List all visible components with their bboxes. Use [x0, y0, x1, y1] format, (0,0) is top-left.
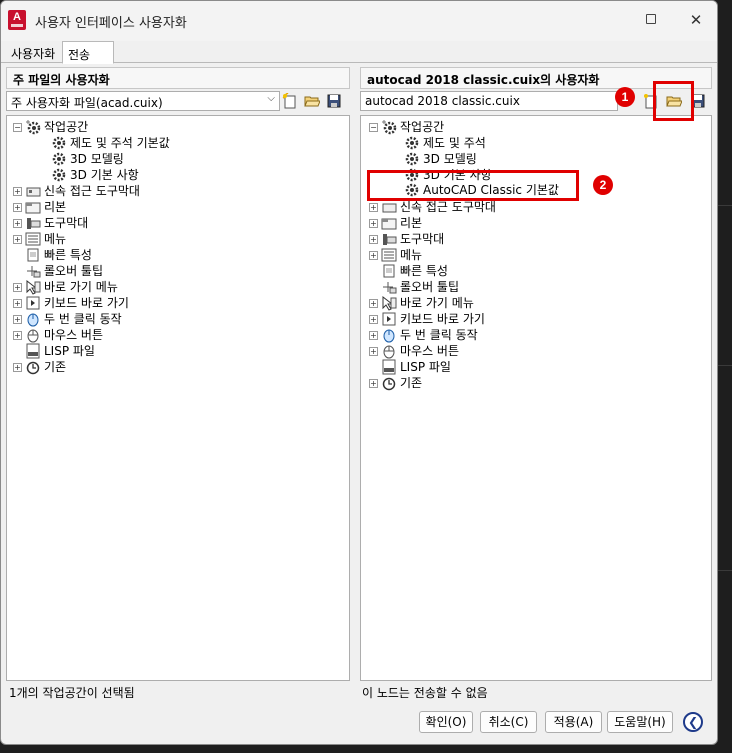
tab-bar: 사용자화 전송: [1, 41, 717, 64]
gear-icon: [405, 152, 419, 166]
right-file-combo-value: autocad 2018 classic.cuix: [365, 94, 520, 108]
title-bar[interactable]: A 사용자 인터페이스 사용자화 ✕: [1, 1, 717, 41]
menu-icon: [381, 248, 397, 262]
expand-icon[interactable]: +: [13, 299, 22, 308]
keyboard-shortcut-icon: [382, 312, 396, 326]
apply-button[interactable]: 적용(A): [545, 711, 602, 733]
workspace-gear-icon: [382, 120, 397, 135]
collapse-icon[interactable]: −: [369, 123, 378, 132]
gear-icon: [52, 168, 66, 182]
quick-access-toolbar-icon: [382, 203, 397, 213]
expand-icon[interactable]: +: [369, 299, 378, 308]
expand-icon[interactable]: +: [13, 219, 22, 228]
expand-icon[interactable]: +: [369, 235, 378, 244]
open-folder-icon[interactable]: [304, 93, 320, 109]
keyboard-shortcut-icon: [26, 296, 40, 310]
menu-icon: [25, 232, 41, 246]
gear-icon: [52, 152, 66, 166]
main-file-panel: 주 파일의 사용자화 주 사용자화 파일(acad.cuix) ⌵ − 작업공간…: [6, 67, 350, 681]
expand-icon[interactable]: +: [369, 203, 378, 212]
quick-properties-icon: [383, 264, 395, 278]
annotation-badge-1: 1: [615, 87, 635, 107]
ribbon-icon: [25, 202, 41, 214]
save-icon[interactable]: [326, 93, 342, 109]
lisp-file-icon: [26, 343, 40, 359]
tab-transfer[interactable]: 전송: [62, 41, 114, 64]
double-click-icon: [383, 329, 395, 343]
quick-properties-icon: [27, 248, 39, 262]
gear-icon: [405, 136, 419, 150]
tab-customize[interactable]: 사용자화: [6, 41, 64, 63]
double-click-icon: [27, 313, 39, 327]
chevron-down-icon: ⌵: [267, 93, 275, 104]
right-file-combo[interactable]: autocad 2018 classic.cuix: [360, 91, 618, 111]
annotation-badge-2: 2: [593, 175, 613, 195]
collapse-panel-button[interactable]: ❮: [683, 712, 703, 732]
expand-icon[interactable]: +: [13, 363, 22, 372]
gear-icon: [52, 136, 66, 150]
legacy-clock-icon: [26, 361, 40, 375]
highlight-open-button: [653, 81, 694, 121]
ribbon-icon: [381, 218, 397, 230]
expand-icon[interactable]: +: [369, 315, 378, 324]
expand-icon[interactable]: +: [13, 203, 22, 212]
left-panel-title: 주 파일의 사용자화: [6, 67, 350, 89]
chevron-left-icon: ❮: [687, 715, 699, 729]
expand-icon[interactable]: +: [13, 187, 22, 196]
right-status-text: 이 노드는 전송할 수 없음: [362, 686, 488, 700]
autocad-app-icon: A: [8, 10, 26, 30]
new-file-icon[interactable]: [282, 93, 298, 109]
expand-icon[interactable]: +: [369, 347, 378, 356]
left-tree[interactable]: − 작업공간 제도 및 주석 기본값 3D 모델링 3D 기본 사항 + 신속 접…: [6, 115, 350, 681]
lisp-file-icon: [382, 359, 396, 375]
window-title: 사용자 인터페이스 사용자화: [35, 16, 187, 31]
ok-button[interactable]: 확인(O): [419, 711, 473, 733]
expand-icon[interactable]: +: [13, 331, 22, 340]
left-file-combo[interactable]: 주 사용자화 파일(acad.cuix) ⌵: [6, 91, 280, 111]
expand-icon[interactable]: +: [369, 219, 378, 228]
left-file-combo-value: 주 사용자화 파일(acad.cuix): [11, 96, 163, 110]
dialog-window: A 사용자 인터페이스 사용자화 ✕ 사용자화 전송 주 파일의 사용자화 주 …: [0, 0, 718, 745]
collapse-icon[interactable]: −: [13, 123, 22, 132]
expand-icon[interactable]: +: [369, 251, 378, 260]
close-icon: ✕: [689, 11, 703, 29]
close-button[interactable]: ✕: [687, 11, 705, 29]
expand-icon[interactable]: +: [13, 315, 22, 324]
legacy-clock-icon: [382, 377, 396, 391]
highlight-classic-workspace: [367, 170, 579, 201]
expand-icon[interactable]: +: [13, 235, 22, 244]
expand-icon[interactable]: +: [369, 379, 378, 388]
mouse-icon: [383, 345, 395, 359]
quick-access-toolbar-icon: [26, 187, 41, 197]
toolbar-icon: [27, 218, 41, 229]
cancel-button[interactable]: 취소(C): [480, 711, 537, 733]
shortcut-menu-icon: [26, 279, 41, 295]
help-button[interactable]: 도움말(H): [607, 711, 673, 733]
toolbar-icon: [383, 234, 397, 245]
maximize-icon: [646, 14, 656, 24]
left-status-text: 1개의 작업공간이 선택됨: [9, 686, 135, 700]
mouse-icon: [27, 329, 39, 343]
expand-icon[interactable]: +: [13, 283, 22, 292]
expand-icon[interactable]: +: [369, 331, 378, 340]
rollover-tooltip-icon: [27, 266, 41, 278]
shortcut-menu-icon: [382, 295, 397, 311]
workspace-gear-icon: [26, 120, 41, 135]
rollover-tooltip-icon: [383, 282, 397, 294]
maximize-button[interactable]: [642, 11, 660, 29]
